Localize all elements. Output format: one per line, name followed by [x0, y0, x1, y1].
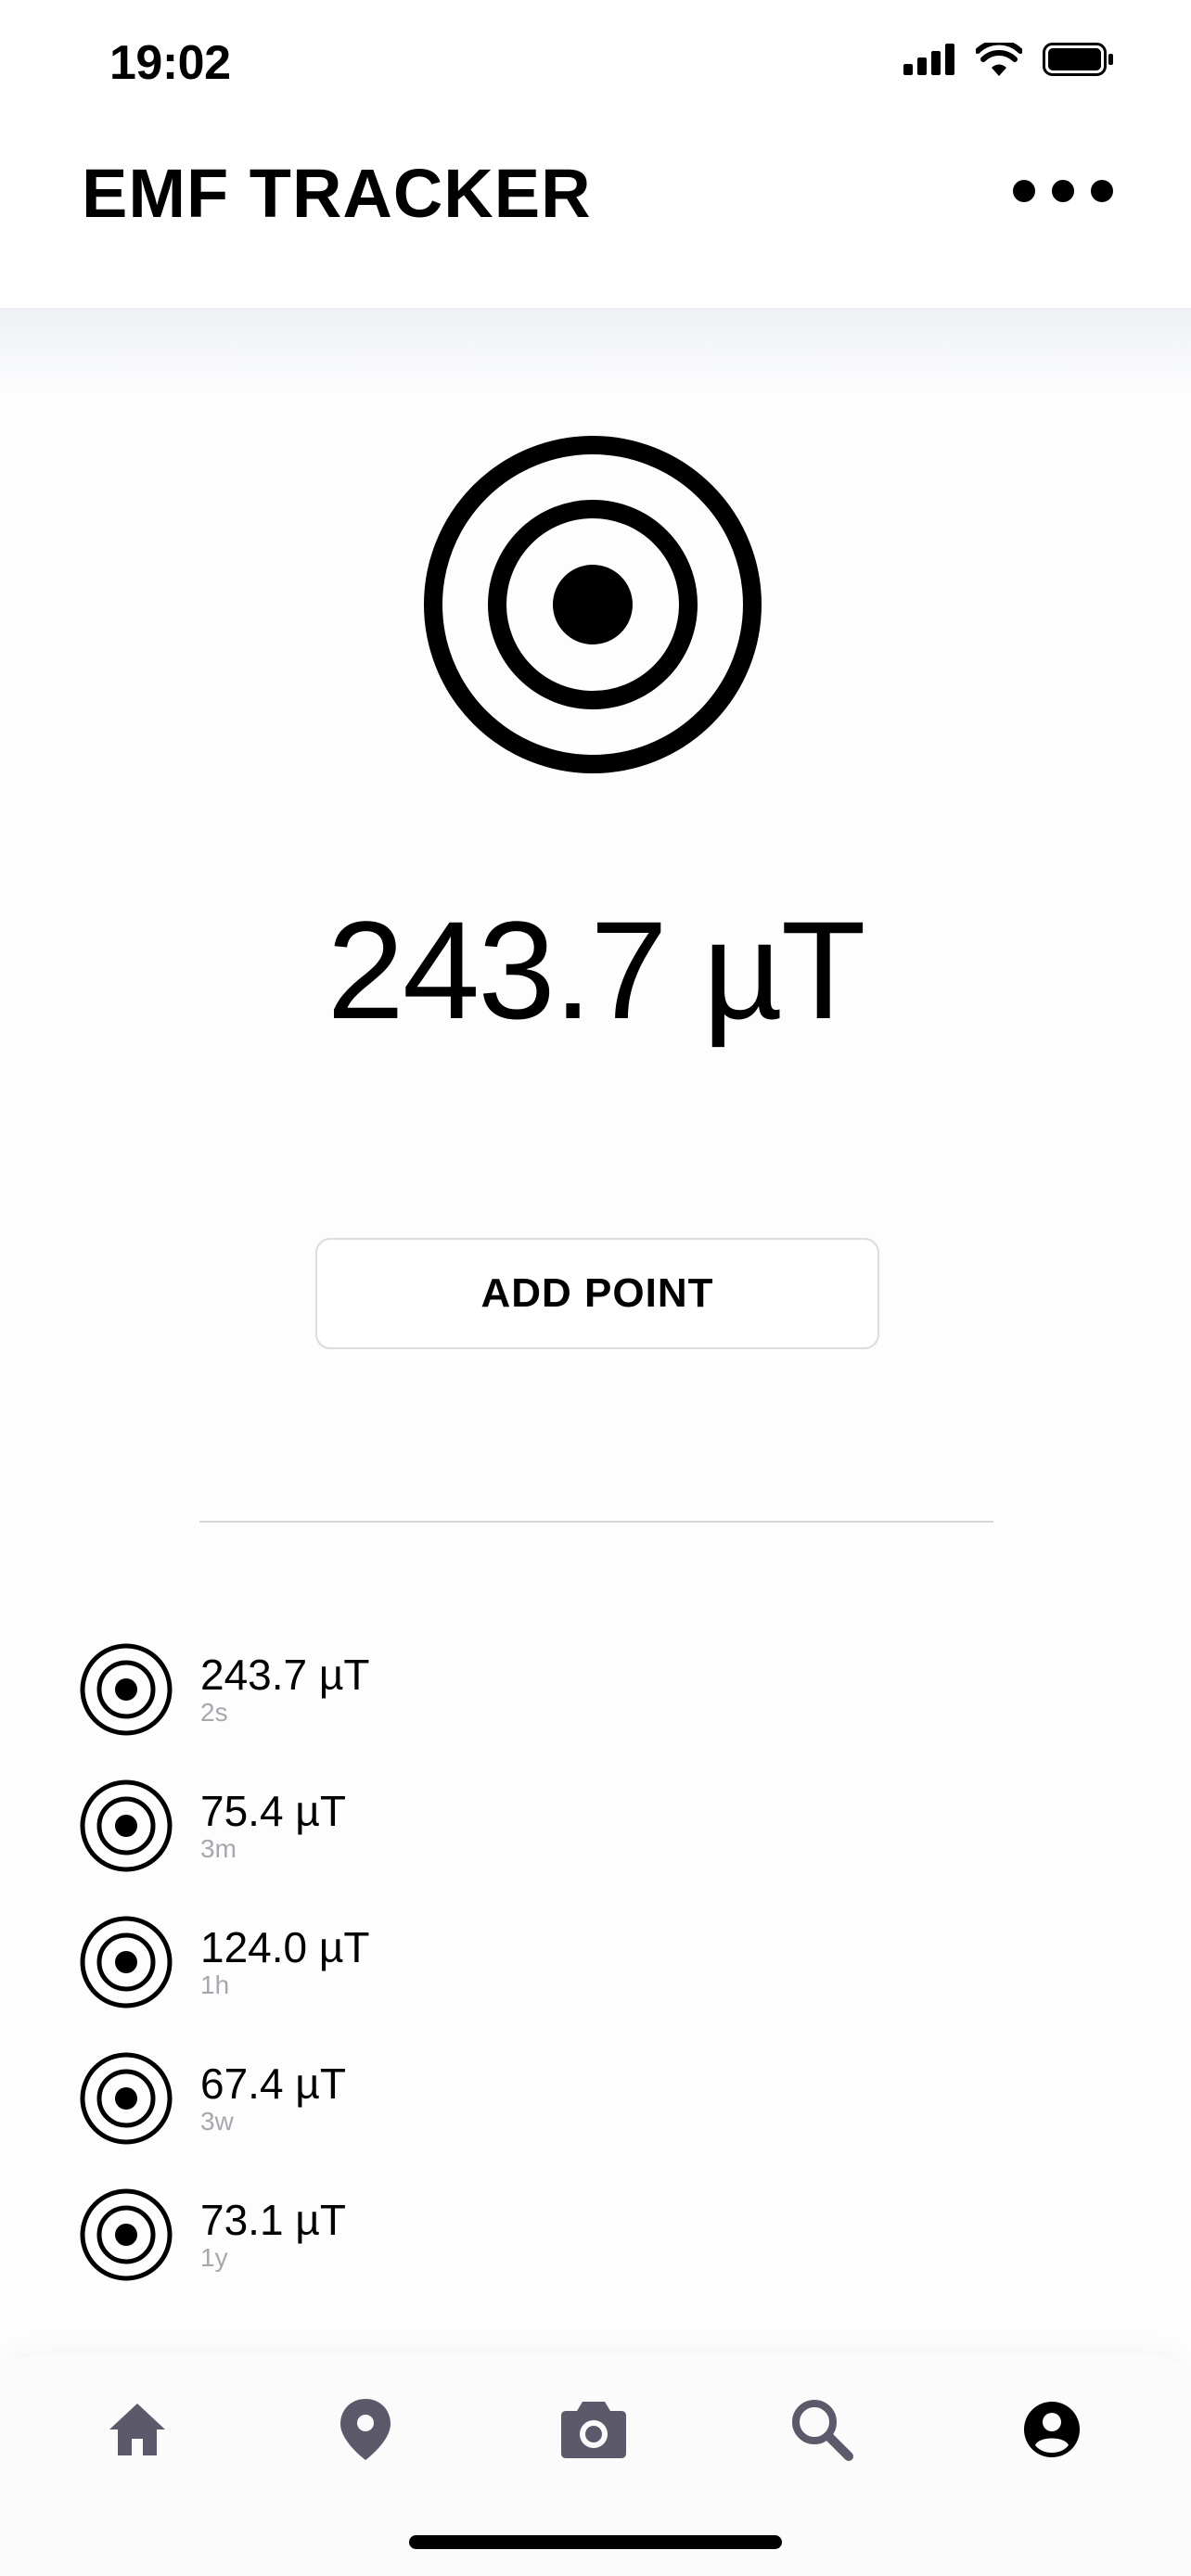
map-pin-icon: [340, 2399, 391, 2460]
status-icons: [903, 43, 1115, 76]
reading-value: 73.1 µT: [200, 2195, 346, 2244]
divider: [199, 1521, 993, 1523]
search-icon: [792, 2400, 853, 2461]
list-item[interactable]: 73.1 µT 1y: [80, 2166, 1100, 2302]
app-header: EMF TRACKER: [0, 130, 1191, 308]
home-indicator: [409, 2535, 782, 2549]
more-dot: [1013, 180, 1035, 202]
more-dot: [1052, 180, 1074, 202]
target-icon: [80, 2052, 173, 2144]
reading-age: 1h: [200, 1970, 230, 1999]
battery-icon: [1043, 43, 1113, 76]
nav-profile[interactable]: [1015, 2392, 1089, 2467]
nav-search[interactable]: [785, 2392, 859, 2467]
nav-camera[interactable]: [557, 2392, 631, 2467]
target-icon: [424, 436, 762, 773]
list-item[interactable]: 67.4 µT 3w: [80, 2030, 1100, 2166]
reading-age: 3m: [200, 1833, 237, 1863]
reading-age: 3w: [200, 2106, 234, 2136]
header-shadow: [0, 308, 1191, 391]
reading-age: 1y: [200, 2242, 228, 2272]
camera-icon: [561, 2402, 626, 2458]
target-icon: [80, 1643, 173, 1735]
reading-value: 67.4 µT: [200, 2059, 346, 2108]
status-bar: 19:02: [0, 0, 1191, 130]
reading-history-list: 243.7 µT 2s 75.4 µT 3m 124.0 µT 1h 67.4 …: [80, 1621, 1100, 2302]
target-icon: [80, 2188, 173, 2280]
target-icon: [80, 1779, 173, 1871]
list-item[interactable]: 124.0 µT 1h: [80, 1894, 1100, 2030]
reading-value: 124.0 µT: [200, 1922, 370, 1971]
more-dot: [1091, 180, 1113, 202]
nav-map[interactable]: [328, 2392, 403, 2467]
reading-value: 75.4 µT: [200, 1786, 346, 1835]
cellular-signal-icon: [903, 44, 954, 75]
add-point-button[interactable]: ADD POINT: [315, 1238, 879, 1349]
wifi-icon: [976, 43, 1022, 76]
list-item[interactable]: 243.7 µT 2s: [80, 1621, 1100, 1757]
reading-value: 243.7 µT: [200, 1650, 370, 1699]
target-icon: [80, 1916, 173, 2008]
home-icon: [109, 2404, 165, 2455]
reading-age: 2s: [200, 1697, 228, 1727]
status-time: 19:02: [109, 36, 231, 90]
account-icon: [1024, 2402, 1080, 2457]
more-menu-button[interactable]: [1013, 180, 1113, 202]
current-reading: 243.7 µT: [327, 892, 865, 1048]
page-title: EMF TRACKER: [82, 155, 592, 232]
list-item[interactable]: 75.4 µT 3m: [80, 1757, 1100, 1894]
nav-home[interactable]: [100, 2392, 174, 2467]
